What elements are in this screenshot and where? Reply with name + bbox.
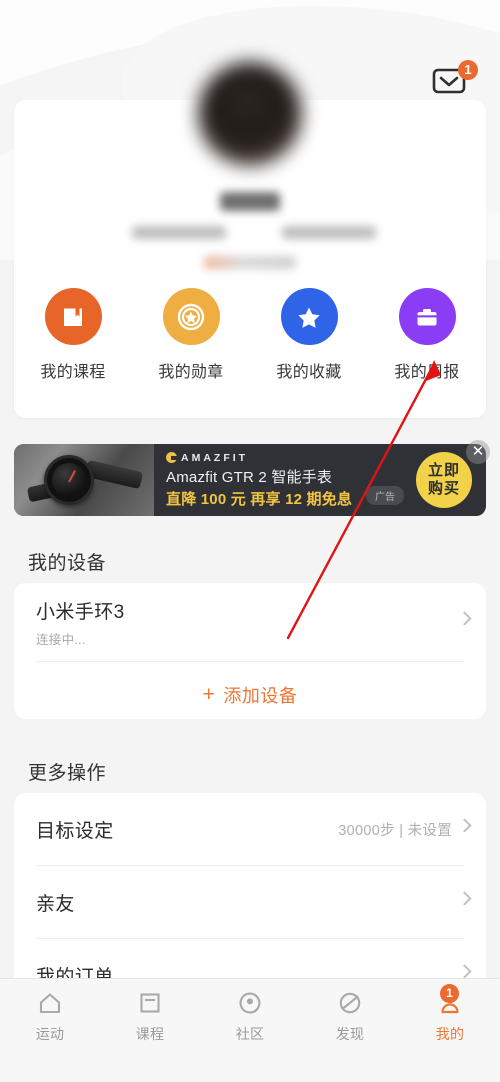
devices-section-title: 我的设备 — [28, 553, 107, 574]
profile-icon: 1 — [435, 984, 465, 1018]
nav-tab-label: 课程 — [135, 1026, 165, 1042]
nav-tab-discover[interactable]: 发现 — [300, 988, 400, 1082]
profile-tag-redacted — [204, 256, 296, 269]
course-icon — [135, 988, 165, 1018]
smartwatch-photo — [14, 444, 154, 516]
nav-tab-label: 我的 — [435, 1026, 465, 1042]
star-icon — [298, 307, 320, 328]
chevron-right-icon — [457, 611, 472, 626]
profile-name-redacted — [220, 192, 280, 211]
ad-buy-now-button[interactable]: 立即 购买 — [416, 452, 472, 508]
nav-tab-mine[interactable]: 1 我的 — [400, 984, 500, 1082]
medal-icon — [177, 303, 205, 330]
bottom-navigation: 运动 课程 社区 发现 1 我的 — [0, 978, 500, 1082]
list-item-goal-setting[interactable]: 目标设定 30000步 | 未设置 — [14, 793, 486, 865]
quick-action-label: 我的收藏 — [276, 364, 342, 381]
ad-brand-name: AMAZFIT — [181, 451, 249, 464]
quick-action-my-weekly-report[interactable]: 我的周报 — [368, 288, 486, 382]
quick-action-my-courses[interactable]: 我的课程 — [14, 288, 132, 382]
list-item-value: 30000步 | 未设置 — [338, 822, 452, 839]
ad-cta-line2: 购买 — [427, 480, 460, 497]
avatar[interactable] — [198, 62, 302, 166]
list-item-friends[interactable]: 亲友 — [14, 866, 486, 938]
quick-action-label: 我的课程 — [40, 364, 106, 381]
quick-action-label: 我的勋章 — [158, 364, 224, 381]
book-icon-circle — [44, 288, 102, 345]
amazfit-logo-icon — [166, 452, 177, 463]
star-icon-circle — [280, 288, 338, 345]
profile-stat-right-redacted — [282, 226, 376, 239]
quick-action-label: 我的周报 — [394, 364, 460, 381]
chevron-right-icon — [457, 964, 472, 979]
device-row[interactable]: 小米手环3 连接中... — [14, 583, 486, 661]
nav-tab-label: 运动 — [35, 1026, 65, 1042]
advertisement-banner[interactable]: AMAZFIT Amazfit GTR 2 智能手表 直降 100 元 再享 1… — [14, 440, 490, 516]
ad-content[interactable]: AMAZFIT Amazfit GTR 2 智能手表 直降 100 元 再享 1… — [14, 444, 486, 516]
plus-icon: + — [202, 683, 216, 706]
device-status: 连接中... — [36, 632, 86, 647]
chevron-right-icon — [457, 891, 472, 906]
message-button[interactable]: 1 — [432, 60, 478, 102]
briefcase-icon — [417, 308, 437, 325]
book-icon — [64, 308, 82, 326]
app-root: 1 我的课程 我的勋章 我的收藏 我的周报 AMAZFIT Amazfit GT… — [0, 0, 500, 1082]
list-item-label: 目标设定 — [36, 820, 114, 842]
quick-action-my-medals[interactable]: 我的勋章 — [132, 288, 250, 382]
profile-card[interactable]: 我的课程 我的勋章 我的收藏 我的周报 — [14, 62, 486, 418]
close-icon[interactable]: ✕ — [466, 440, 490, 464]
message-badge: 1 — [458, 60, 478, 80]
nav-tab-course[interactable]: 课程 — [100, 988, 200, 1082]
nav-tab-badge: 1 — [440, 984, 459, 1003]
quick-action-my-favorites[interactable]: 我的收藏 — [250, 288, 368, 382]
device-name: 小米手环3 — [36, 601, 125, 623]
list-item-label: 亲友 — [36, 893, 75, 915]
ad-cta-line1: 立即 — [427, 462, 460, 479]
ad-label-badge: 广告 — [366, 485, 404, 505]
briefcase-icon-circle — [398, 288, 456, 345]
add-device-button[interactable]: + 添加设备 — [14, 662, 486, 728]
nav-tab-label: 发现 — [335, 1026, 365, 1042]
community-icon — [235, 988, 265, 1018]
add-device-label: 添加设备 — [223, 686, 298, 706]
discover-icon — [335, 988, 365, 1018]
profile-stat-left-redacted — [132, 226, 226, 239]
more-actions-card: 目标设定 30000步 | 未设置 亲友 我的订单 — [14, 793, 486, 1009]
nav-tab-community[interactable]: 社区 — [200, 988, 300, 1082]
nav-tab-sport[interactable]: 运动 — [0, 988, 100, 1082]
quick-actions-row: 我的课程 我的勋章 我的收藏 我的周报 — [14, 288, 486, 382]
nav-tab-label: 社区 — [235, 1026, 265, 1042]
devices-card: 小米手环3 连接中... + 添加设备 — [14, 583, 486, 719]
home-icon — [35, 988, 65, 1018]
medal-icon-circle — [162, 288, 220, 345]
more-section-title: 更多操作 — [28, 763, 107, 784]
